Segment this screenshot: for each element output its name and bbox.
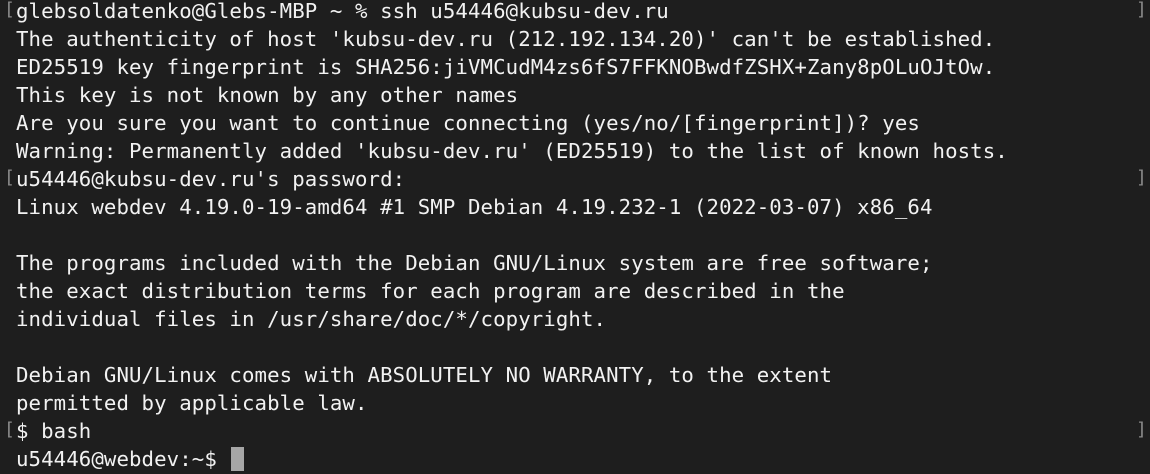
terminal-line: The programs included with the Debian GN… <box>0 249 1150 277</box>
line-mark-left: [ <box>4 167 15 188</box>
line-mark-right: ] <box>1136 167 1147 188</box>
terminal-line-text: glebsoldatenko@Glebs-MBP ~ % ssh u54446@… <box>16 0 669 23</box>
terminal-line-text: permitted by applicable law. <box>16 391 368 415</box>
terminal-output: [glebsoldatenko@Glebs-MBP ~ % ssh u54446… <box>0 0 1150 473</box>
terminal-line-text: individual files in /usr/share/doc/*/cop… <box>16 307 607 331</box>
terminal-line: [$ bash] <box>0 417 1150 445</box>
terminal-line-text: The programs included with the Debian GN… <box>16 251 933 275</box>
terminal-window[interactable]: [glebsoldatenko@Glebs-MBP ~ % ssh u54446… <box>0 0 1150 474</box>
terminal-line-text: Linux webdev 4.19.0-19-amd64 #1 SMP Debi… <box>16 195 933 219</box>
terminal-line: [u54446@kubsu-dev.ru's password:] <box>0 165 1150 193</box>
terminal-line-text: Are you sure you want to continue connec… <box>16 111 920 135</box>
terminal-line-text: the exact distribution terms for each pr… <box>16 279 845 303</box>
terminal-line: This key is not known by any other names <box>0 81 1150 109</box>
terminal-line: Warning: Permanently added 'kubsu-dev.ru… <box>0 137 1150 165</box>
line-mark-right: ] <box>1136 0 1147 20</box>
terminal-line-text: Warning: Permanently added 'kubsu-dev.ru… <box>16 139 1008 163</box>
terminal-line: [glebsoldatenko@Glebs-MBP ~ % ssh u54446… <box>0 0 1150 25</box>
terminal-line-text: This key is not known by any other names <box>16 83 519 107</box>
terminal-line: Are you sure you want to continue connec… <box>0 109 1150 137</box>
line-mark-left: [ <box>4 0 15 20</box>
terminal-line: Linux webdev 4.19.0-19-amd64 #1 SMP Debi… <box>0 193 1150 221</box>
terminal-line: the exact distribution terms for each pr… <box>0 277 1150 305</box>
terminal-line-text: The authenticity of host 'kubsu-dev.ru (… <box>16 27 996 51</box>
terminal-line-text: ED25519 key fingerprint is SHA256:jiVMCu… <box>16 55 996 79</box>
shell-prompt: u54446@webdev:~$ <box>16 447 230 471</box>
terminal-line-text: u54446@kubsu-dev.ru's password: <box>16 167 406 191</box>
terminal-line: Debian GNU/Linux comes with ABSOLUTELY N… <box>0 361 1150 389</box>
terminal-line: ED25519 key fingerprint is SHA256:jiVMCu… <box>0 53 1150 81</box>
terminal-line-text: Debian GNU/Linux comes with ABSOLUTELY N… <box>16 363 833 387</box>
prompt-line[interactable]: u54446@webdev:~$ <box>0 445 1150 473</box>
terminal-line: individual files in /usr/share/doc/*/cop… <box>0 305 1150 333</box>
line-mark-left: [ <box>4 419 15 440</box>
terminal-line-text: $ bash <box>16 419 92 443</box>
terminal-line: The authenticity of host 'kubsu-dev.ru (… <box>0 25 1150 53</box>
terminal-line: permitted by applicable law. <box>0 389 1150 417</box>
cursor-block <box>231 447 245 471</box>
line-mark-right: ] <box>1136 419 1147 440</box>
